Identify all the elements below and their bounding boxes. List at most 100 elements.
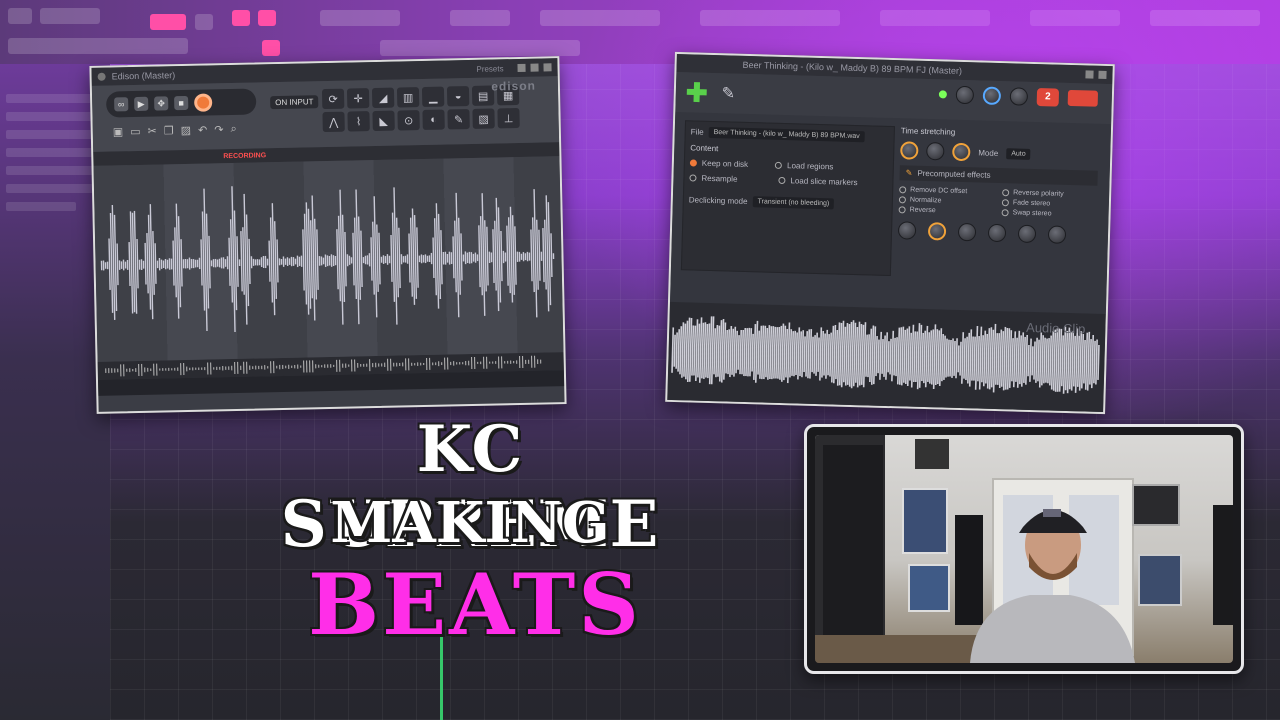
mode-select[interactable]: Auto (1006, 147, 1031, 160)
file-icon[interactable]: ▭ (130, 125, 141, 138)
presets-label[interactable]: Presets (476, 64, 503, 74)
redo-icon[interactable]: ↷ (214, 123, 223, 136)
waveform-sample (793, 330, 797, 377)
effect-item[interactable]: Swap stereo (1001, 209, 1097, 219)
tool-icon[interactable]: ⋀ (322, 111, 345, 133)
waveform-sample (930, 329, 935, 385)
tool-icon[interactable]: ⌇ (347, 111, 370, 132)
led-icon[interactable] (938, 90, 948, 99)
tool-icon[interactable]: ◐ (422, 109, 445, 130)
effect-item[interactable]: Reverse polarity (1002, 189, 1097, 199)
stretch-mul-knob[interactable] (926, 141, 945, 161)
record-button[interactable] (194, 93, 213, 112)
waveform-sample (817, 337, 820, 372)
waveform-sample (550, 233, 553, 278)
waveform-sample (924, 325, 929, 388)
tool-icon[interactable]: ◢ (371, 87, 395, 109)
mixer-track-badge[interactable]: 2 (1036, 88, 1060, 107)
save-icon[interactable]: ▣ (113, 125, 124, 138)
volume-knob[interactable] (955, 85, 975, 105)
webcam-video (815, 435, 1233, 663)
tool-icon[interactable]: ⟳ (321, 88, 345, 110)
input-select[interactable]: ON INPUT (270, 95, 319, 110)
undo-icon[interactable]: ↶ (198, 124, 207, 137)
waveform-sample (797, 327, 801, 380)
resample-radio[interactable] (689, 174, 697, 182)
waveform-sample (867, 334, 870, 378)
effect-knob[interactable] (1017, 224, 1037, 244)
waveform-sample (479, 216, 483, 296)
stretch-time-knob[interactable] (952, 142, 971, 162)
audio-clip-waveform[interactable]: Audio Clip (667, 301, 1106, 415)
declicking-select[interactable]: Transient (no bleeding) (752, 196, 835, 210)
audio-clip-window[interactable]: Beer Thinking - (Kilo w_ Maddy B) 89 BPM… (665, 51, 1115, 415)
tool-icon[interactable]: ▧ (472, 108, 495, 129)
mode-label: Mode (978, 147, 999, 158)
effect-item[interactable]: Remove DC offset (899, 186, 994, 196)
effect-item[interactable]: Fade stereo (1001, 199, 1097, 209)
waveform-sample (484, 220, 487, 292)
tool-icon[interactable]: ◒ (446, 86, 470, 107)
keep-on-disk-radio[interactable] (689, 159, 697, 167)
minimize-icon[interactable] (1085, 70, 1094, 79)
waveform-sample (1025, 334, 1029, 385)
waveform-sample (454, 220, 457, 293)
waveform-sample (795, 332, 798, 376)
waveform-sample (679, 326, 683, 375)
stretch-pitch-knob[interactable] (900, 141, 919, 160)
channel-button[interactable] (1067, 89, 1099, 107)
pitch-knob[interactable] (1009, 87, 1029, 106)
play-icon[interactable]: ▶ (134, 96, 149, 112)
effect-knob[interactable] (897, 221, 917, 240)
tool-icon[interactable]: ⊙ (397, 110, 420, 131)
waveform-sample (915, 331, 919, 383)
stop-icon[interactable]: ■ (174, 95, 189, 111)
waveform-sample (1093, 340, 1096, 384)
close-icon[interactable] (543, 63, 552, 72)
effect-item[interactable]: Reverse (898, 206, 994, 216)
tool-icon[interactable]: ✛ (346, 88, 370, 109)
wrench-icon[interactable]: ✎ (721, 83, 735, 103)
waveform-sample (1015, 337, 1018, 382)
waveform-sample (825, 329, 829, 379)
tool-icon[interactable]: ▁ (421, 86, 445, 107)
effect-knob[interactable] (957, 222, 977, 242)
waveform-sample (1064, 330, 1069, 391)
tool-icon[interactable]: ▥ (396, 87, 420, 108)
copy-icon[interactable]: ❐ (164, 124, 174, 137)
waveform-sample (1038, 332, 1043, 388)
edison-window[interactable]: Edison (Master) Presets ∞ ▶ ✥ ■ ON INPUT… (89, 56, 567, 414)
webcam-frame (804, 424, 1244, 674)
paste-icon[interactable]: ▨ (181, 124, 192, 137)
loop-icon[interactable]: ∞ (114, 97, 129, 112)
waveform-sample (1045, 338, 1048, 383)
edison-waveform-graphic (100, 186, 555, 333)
file-field[interactable]: Beer Thinking - (kilo w_ Maddy B) 89 BPM… (708, 126, 865, 143)
effect-item[interactable]: Normalize (898, 196, 994, 206)
edison-logo: edison (491, 78, 537, 94)
load-slice-markers-radio[interactable] (778, 176, 786, 185)
panning-knob[interactable] (982, 86, 1002, 106)
waveform-sample (949, 339, 952, 377)
plus-icon[interactable]: ✚ (685, 77, 708, 108)
edison-waveform[interactable] (93, 156, 564, 362)
waveform-sample (791, 331, 795, 376)
effect-knob[interactable] (987, 223, 1007, 243)
tool-icon[interactable]: ◣ (372, 110, 395, 132)
cut-icon[interactable]: ✂ (147, 125, 156, 138)
close-icon[interactable] (1098, 70, 1107, 79)
waveform-sample (986, 328, 991, 389)
maximize-icon[interactable] (530, 63, 539, 72)
effect-knob[interactable] (1047, 225, 1067, 244)
tool-icon[interactable]: ⊥ (497, 107, 520, 129)
load-regions-radio[interactable] (775, 161, 783, 169)
waveform-sample (821, 330, 825, 378)
minimize-icon[interactable] (517, 63, 526, 72)
waveform-sample (885, 332, 889, 380)
move-icon[interactable]: ✥ (154, 96, 169, 111)
zoom-icon[interactable]: ⌕ (230, 123, 236, 136)
effect-knob[interactable] (927, 222, 947, 241)
waveform-sample (1080, 333, 1085, 389)
content-panel: File Beer Thinking - (kilo w_ Maddy B) 8… (680, 120, 895, 277)
tool-icon[interactable]: ✎ (447, 109, 470, 130)
